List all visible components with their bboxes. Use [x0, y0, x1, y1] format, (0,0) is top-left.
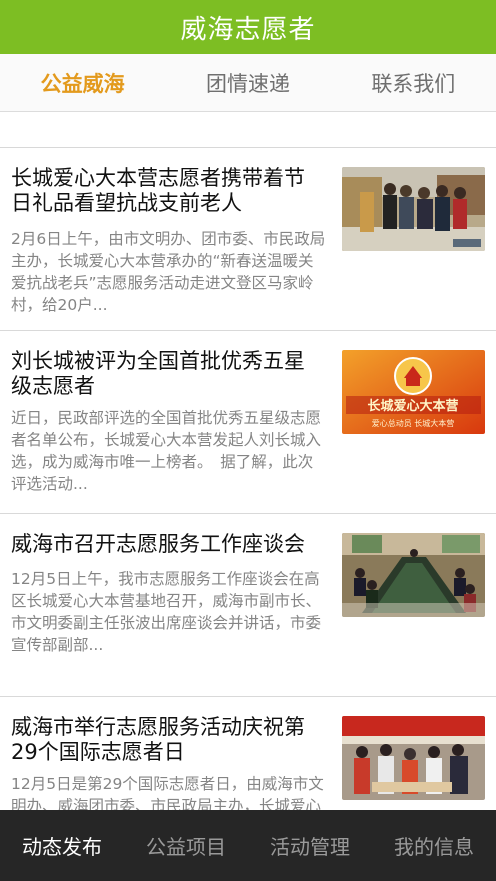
news-summary: 近日，民政部评选的全国首批优秀五星级志愿者名单公布，长城爱心大本营发起人刘长城入… [11, 409, 322, 493]
news-title: 威海市举行志愿服务活动庆祝第29个国际志愿者日 [11, 715, 305, 764]
top-tab-bar: 公益威海 团情速递 联系我们 [0, 54, 496, 112]
tab-public-welfare-weihai[interactable]: 公益威海 [0, 68, 165, 98]
tab-league-news[interactable]: 团情速递 [165, 68, 330, 98]
volunteer-day-photo [342, 716, 485, 800]
news-thumbnail [342, 533, 485, 617]
bottom-navigation: 动态发布 公益项目 活动管理 我的信息 [0, 810, 496, 881]
visit-elders-photo [342, 167, 485, 251]
news-item[interactable]: 长城爱心大本营志愿者携带着节日礼品看望抗战支前老人 2月6日上午，由市文明办、团… [0, 148, 496, 331]
nav-activity-management[interactable]: 活动管理 [248, 831, 372, 860]
list-top-spacer [0, 112, 496, 148]
banner-title: 长城爱心大本营 [367, 398, 458, 414]
nav-news-publish[interactable]: 动态发布 [0, 831, 124, 860]
app-header: 威海志愿者 [0, 0, 496, 54]
great-wall-camp-banner: 长城爱心大本营 爱心总动员 长城大本营 [342, 350, 485, 434]
app-title: 威海志愿者 [180, 14, 316, 45]
news-item[interactable]: 刘长城被评为全国首批优秀五星级志愿者 近日，民政部评选的全国首批优秀五星级志愿者… [0, 331, 496, 514]
news-thumbnail: 长城爱心大本营 爱心总动员 长城大本营 [342, 350, 485, 434]
news-summary: 12月5日是第29个国际志愿者日，由威海市文明办、威海团市委、市民政局主办，长城… [11, 775, 324, 810]
news-title: 刘长城被评为全国首批优秀五星级志愿者 [11, 349, 305, 398]
meeting-photo [342, 533, 485, 617]
nav-welfare-projects[interactable]: 公益项目 [124, 831, 248, 860]
nav-my-info[interactable]: 我的信息 [372, 831, 496, 860]
news-thumbnail [342, 716, 485, 800]
news-summary: 12月5日上午，我市志愿服务工作座谈会在高区长城爱心大本营基地召开，威海市副市长… [11, 570, 322, 654]
news-thumbnail [342, 167, 485, 251]
banner-subtitle: 爱心总动员 长城大本营 [372, 418, 455, 428]
news-list[interactable]: 长城爱心大本营志愿者携带着节日礼品看望抗战支前老人 2月6日上午，由市文明办、团… [0, 148, 496, 810]
tab-contact-us[interactable]: 联系我们 [331, 68, 496, 98]
news-item[interactable]: 威海市召开志愿服务工作座谈会 12月5日上午，我市志愿服务工作座谈会在高区长城爱… [0, 514, 496, 697]
news-title: 长城爱心大本营志愿者携带着节日礼品看望抗战支前老人 [11, 166, 305, 215]
news-title: 威海市召开志愿服务工作座谈会 [11, 532, 305, 556]
news-item[interactable]: 威海市举行志愿服务活动庆祝第29个国际志愿者日 12月5日是第29个国际志愿者日… [0, 697, 496, 810]
news-summary: 2月6日上午，由市文明办、团市委、市民政局主办，长城爱心大本营承办的“新春送温暖… [11, 230, 326, 314]
